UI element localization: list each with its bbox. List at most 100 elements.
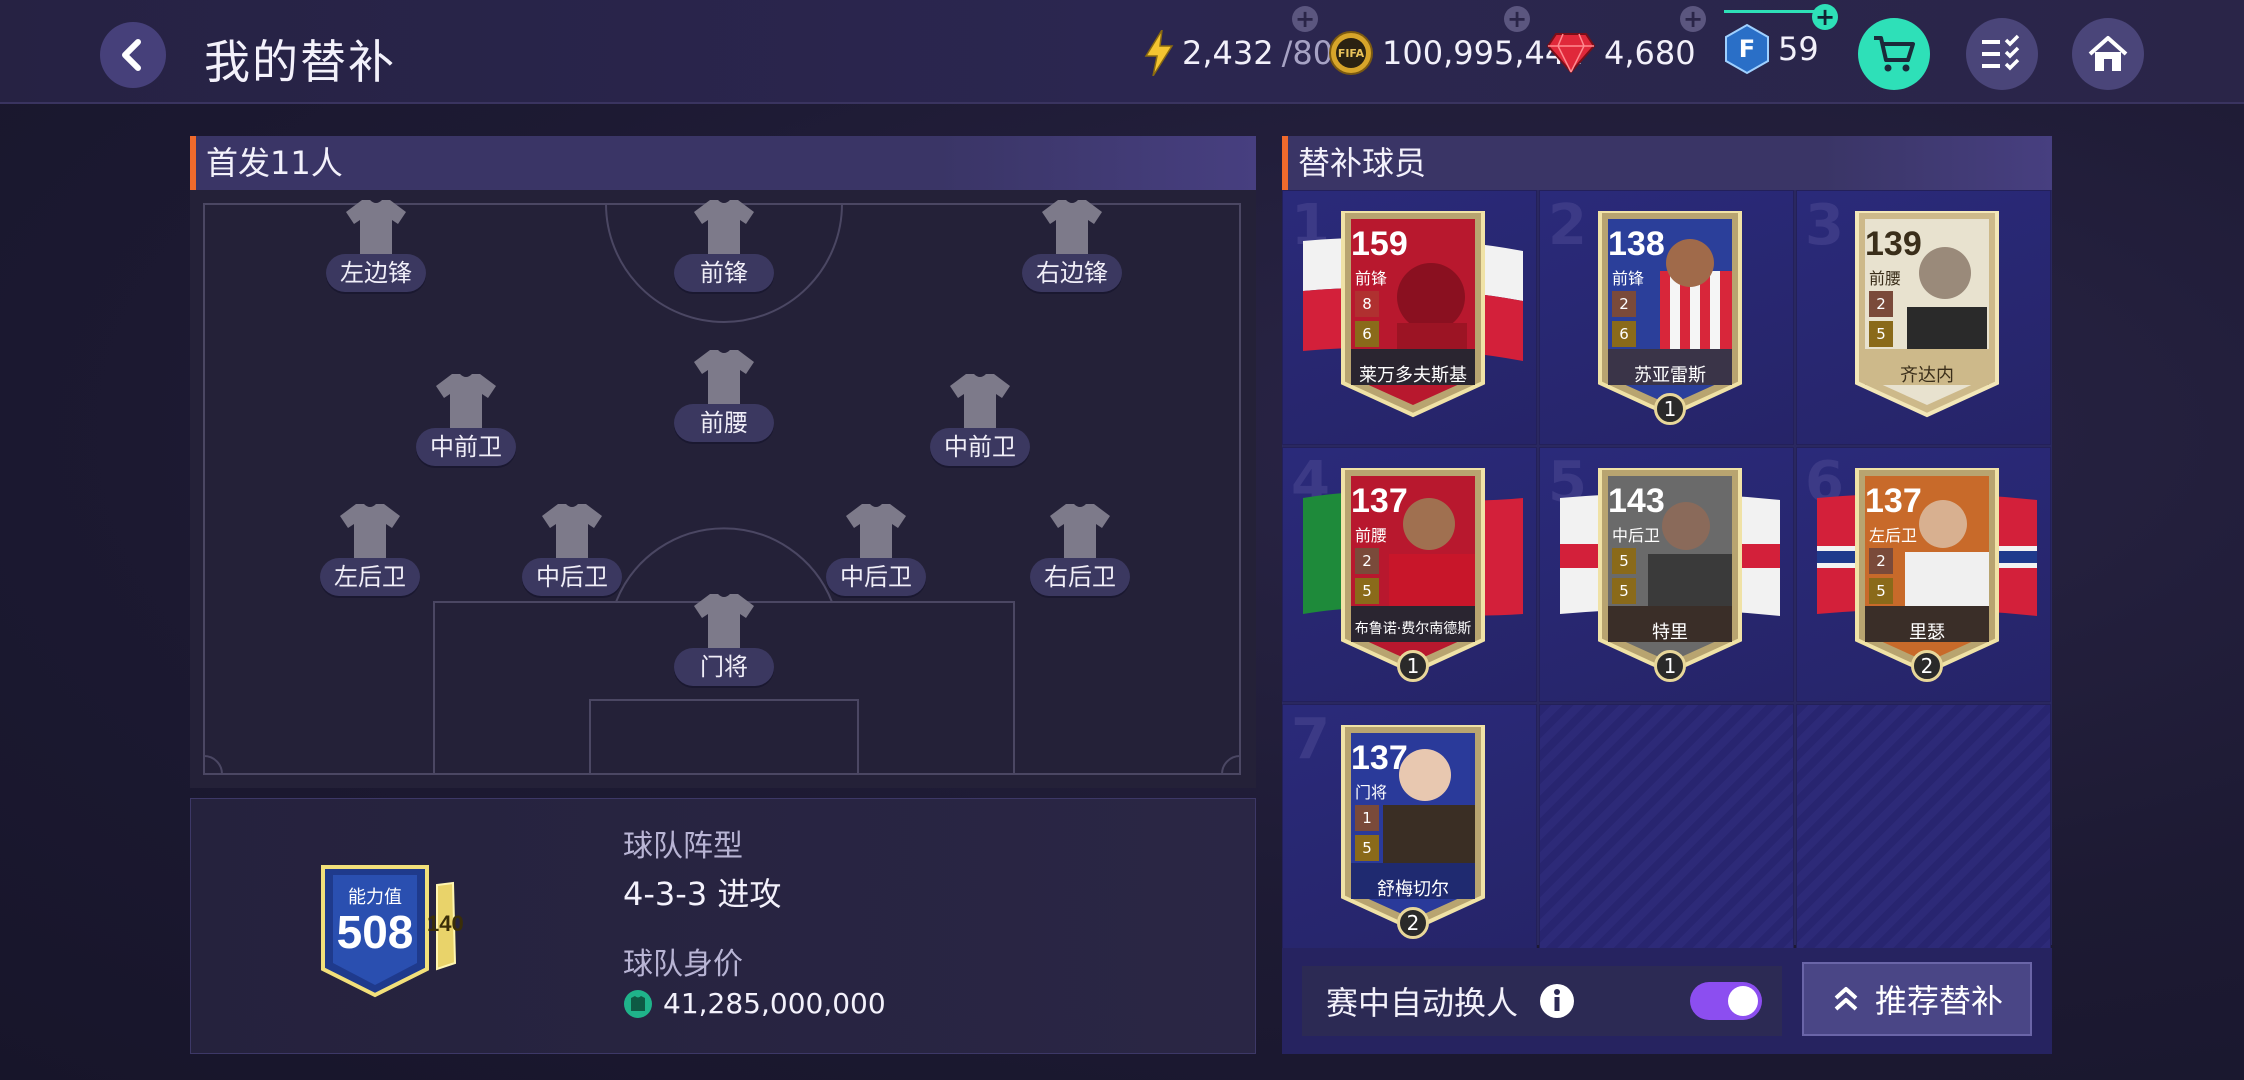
auto-sub-row: 赛中自动换人 — [1302, 966, 1782, 1036]
value-coin-icon — [624, 989, 652, 1018]
card-rating: 137 — [1865, 482, 1922, 520]
fifa-points-counter[interactable]: F 59 — [1724, 23, 1819, 75]
slot-right-cm[interactable]: 中前卫 — [920, 370, 1040, 490]
store-button[interactable] — [1858, 18, 1930, 90]
lineup-header: 首发11人 — [190, 136, 1256, 190]
card-rating: 139 — [1865, 225, 1922, 263]
player-card: 137 门将 1 5 舒梅切尔 2 — [1333, 725, 1493, 939]
sub-slot-2[interactable]: 2 138 前锋 2 6 苏亚雷斯 1 — [1539, 190, 1794, 445]
subs-title: 替补球员 — [1298, 144, 1427, 182]
jersey-icon — [1042, 200, 1102, 258]
card-player-name: 舒梅切尔 — [1377, 879, 1449, 900]
sub-slot-1[interactable]: 1 159 前锋 8 6 莱万多夫斯基 — [1282, 190, 1537, 445]
sub-slot-3[interactable]: 3 139 前腰 2 5 齐达内 — [1796, 190, 2051, 445]
chevron-left-icon — [122, 39, 141, 71]
sub-slot-empty[interactable] — [1796, 704, 2051, 959]
position-label: 右边锋 — [1022, 254, 1122, 292]
level-badge: 5 — [1869, 321, 1893, 347]
slot-number: 2 — [1548, 193, 1587, 258]
recommend-subs-label: 推荐替补 — [1874, 982, 2003, 1020]
lightning-icon — [1144, 30, 1174, 76]
card-position: 前锋 — [1612, 269, 1645, 288]
top-bar: 我的替补 2,432/80 + FIFA 100,995,444 + 4,680… — [0, 0, 2244, 104]
card-position: 左后卫 — [1869, 526, 1918, 545]
card-position: 中后卫 — [1612, 526, 1661, 545]
jersey-icon — [694, 200, 754, 258]
slot-goalkeeper[interactable]: 门将 — [664, 590, 784, 710]
slot-number: 7 — [1291, 707, 1330, 772]
home-button[interactable] — [2072, 18, 2144, 90]
add-energy-button[interactable]: + — [1292, 6, 1318, 32]
level-badge: 5 — [1612, 548, 1636, 574]
slot-left-cb[interactable]: 中后卫 — [512, 500, 632, 620]
slot-left-back[interactable]: 左后卫 — [310, 500, 430, 620]
auto-sub-toggle[interactable] — [1690, 982, 1762, 1020]
rank-badge: 1 — [1654, 650, 1686, 682]
energy-value: 2,432 — [1182, 34, 1274, 72]
double-chevron-up-icon — [1834, 987, 1858, 1011]
svg-text:F: F — [1739, 35, 1755, 63]
formation-value: 4-3-3 进攻 — [623, 875, 782, 913]
back-button[interactable] — [100, 22, 166, 88]
slot-left-winger[interactable]: 左边锋 — [316, 196, 436, 316]
jersey-icon — [1050, 504, 1110, 562]
svg-text:FIFA: FIFA — [1338, 47, 1365, 60]
card-rating: 143 — [1608, 482, 1665, 520]
position-label: 中前卫 — [930, 428, 1030, 466]
card-rating: 159 — [1351, 225, 1408, 263]
jersey-icon — [346, 200, 406, 258]
level-badge: 5 — [1612, 578, 1636, 604]
level-badge: 6 — [1355, 321, 1379, 347]
recommend-subs-button[interactable]: 推荐替补 — [1802, 962, 2032, 1036]
sub-slot-5[interactable]: 5 143 中后卫 5 5 特里 1 — [1539, 447, 1794, 702]
slot-right-back[interactable]: 右后卫 — [1020, 500, 1140, 620]
sub-slot-6[interactable]: 6 137 左后卫 2 5 里瑟 2 — [1796, 447, 2051, 702]
cart-icon — [1874, 36, 1915, 72]
subs-grid: 1 159 前锋 8 6 莱万多夫斯基 2 138 前锋 2 6 苏亚雷斯 1 … — [1282, 190, 2052, 959]
formation-label: 球队阵型 — [623, 829, 743, 864]
position-label: 左边锋 — [326, 254, 426, 292]
ovr-small-value: 140 — [427, 911, 464, 936]
add-coins-button[interactable]: + — [1504, 6, 1530, 32]
slot-right-cb[interactable]: 中后卫 — [816, 500, 936, 620]
card-player-name: 里瑟 — [1909, 622, 1945, 643]
level-badge: 1 — [1355, 805, 1379, 831]
rank-badge: 1 — [1397, 650, 1429, 682]
player-card: 137 前腰 2 5 布鲁诺·费尔南德斯 1 — [1333, 468, 1493, 682]
sub-slot-4[interactable]: 4 137 前腰 2 5 布鲁诺·费尔南德斯 1 — [1282, 447, 1537, 702]
subs-footer: 赛中自动换人 推荐替补 — [1282, 948, 2052, 1054]
level-badge: 8 — [1355, 291, 1379, 317]
pitch: 左边锋 前锋 右边锋 中前卫 前腰 中前卫 左后卫 中后卫 中后卫 右后卫 门将 — [190, 190, 1256, 788]
sub-slot-empty[interactable] — [1539, 704, 1794, 959]
info-icon[interactable] — [1538, 982, 1576, 1020]
position-label: 左后卫 — [320, 558, 420, 596]
gem-counter[interactable]: 4,680 — [1546, 28, 1696, 78]
position-label: 门将 — [674, 648, 774, 686]
lineup-title: 首发11人 — [206, 144, 343, 182]
slot-left-cm[interactable]: 中前卫 — [406, 370, 526, 490]
rank-badge: 2 — [1397, 907, 1429, 939]
add-fifa-points-button[interactable]: + — [1812, 4, 1838, 30]
card-player-name: 苏亚雷斯 — [1634, 365, 1706, 386]
home-icon — [2088, 36, 2128, 71]
card-position: 门将 — [1355, 783, 1388, 802]
gem-icon — [1546, 33, 1596, 74]
energy-counter[interactable]: 2,432/80 — [1144, 28, 1333, 78]
slot-striker[interactable]: 前锋 — [664, 196, 784, 316]
task-list-button[interactable] — [1966, 18, 2038, 90]
add-gems-button[interactable]: + — [1680, 6, 1706, 32]
sub-slot-7[interactable]: 7 137 门将 1 5 舒梅切尔 2 — [1282, 704, 1537, 959]
card-rating: 137 — [1351, 739, 1408, 777]
position-label: 中后卫 — [826, 558, 926, 596]
energy-max: /80 — [1281, 34, 1334, 72]
player-card: 137 左后卫 2 5 里瑟 2 — [1847, 468, 2007, 682]
auto-sub-label: 赛中自动换人 — [1326, 984, 1519, 1022]
card-position: 前腰 — [1355, 526, 1388, 545]
card-player-name: 布鲁诺·费尔南德斯 — [1354, 621, 1472, 637]
level-badge: 2 — [1869, 291, 1893, 317]
player-card: 159 前锋 8 6 莱万多夫斯基 — [1333, 211, 1493, 421]
player-card: 143 中后卫 5 5 特里 1 — [1590, 468, 1750, 682]
jersey-icon — [950, 374, 1010, 432]
slot-right-winger[interactable]: 右边锋 — [1012, 196, 1132, 316]
slot-cam[interactable]: 前腰 — [664, 346, 784, 466]
